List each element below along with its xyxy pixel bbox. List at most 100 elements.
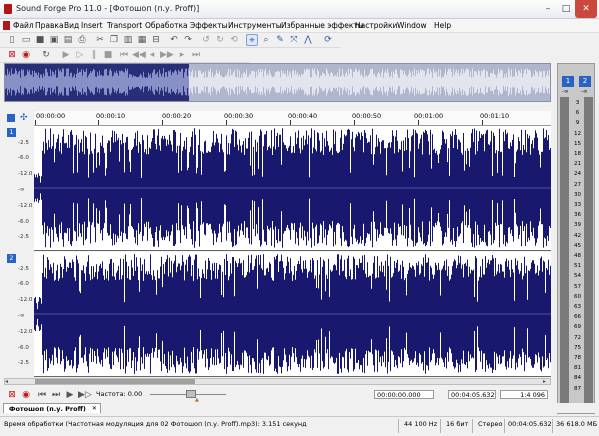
scroll-left-icon[interactable]: ◂: [5, 378, 8, 385]
save-icon[interactable]: ■: [34, 34, 46, 46]
menu-file[interactable]: Файл: [13, 21, 34, 30]
save-as-icon[interactable]: ▣: [48, 34, 60, 46]
vu-scale-label: 33: [573, 202, 582, 208]
transport-toolbar: ⊠ ◉ ↻ ▶ ▷ ‖ ■ ⏮ ◀◀ ◂ ▶▶ ▸ ⏭: [0, 48, 250, 63]
menu-view[interactable]: Вид: [64, 21, 79, 30]
magnify-tool-icon[interactable]: ⌕: [260, 34, 272, 46]
maximize-button[interactable]: □: [558, 0, 574, 18]
menu-tools[interactable]: Инструменты: [228, 21, 282, 30]
stop-icon[interactable]: ■: [102, 49, 114, 61]
copy-icon[interactable]: ❐: [108, 34, 120, 46]
close-button[interactable]: ✕: [575, 0, 597, 18]
tab-close-icon[interactable]: ✕: [92, 404, 97, 414]
new-icon[interactable]: ▯: [6, 34, 18, 46]
refresh-icon[interactable]: ⟳: [322, 34, 334, 46]
vu-scale-label: 72: [573, 334, 582, 341]
trim-icon[interactable]: ⊟: [150, 34, 162, 46]
edit-tool-icon[interactable]: ⌖: [246, 34, 258, 46]
db-label: -12.0: [18, 329, 33, 335]
minimize-button[interactable]: –: [538, 0, 558, 18]
vu-channel-1-button[interactable]: 1: [562, 76, 574, 87]
next-marker-icon[interactable]: ▸: [176, 49, 188, 61]
mix-icon[interactable]: ▦: [136, 34, 148, 46]
vu-channel-2-button[interactable]: 2: [579, 76, 591, 87]
vu-scale-label: 57: [573, 283, 582, 290]
go-start-icon[interactable]: ⏮: [118, 49, 130, 61]
event-tool-icon[interactable]: ⤧: [288, 34, 300, 46]
db-label: -2.5: [18, 234, 29, 240]
length-readout: 00:04:05.632: [448, 390, 496, 399]
paste-icon[interactable]: ▥: [122, 34, 134, 46]
vu-scale-label: 84: [573, 375, 582, 382]
document-tab[interactable]: Фотошоп (п.у. Proff) ✕: [3, 403, 101, 413]
track-2-number[interactable]: 2: [7, 254, 16, 263]
play-all-icon[interactable]: ▶: [60, 49, 72, 61]
redo-history-icon[interactable]: ↻: [214, 34, 226, 46]
vu-scale-label: 27: [573, 181, 582, 188]
rewind-icon[interactable]: ◀◀: [132, 49, 146, 61]
menu-transport[interactable]: Transport: [107, 21, 142, 30]
menu-edit[interactable]: Правка: [35, 21, 64, 30]
undo-icon[interactable]: ↶: [168, 34, 180, 46]
ruler-tick-label: 00:00:50: [352, 112, 382, 120]
menu-options[interactable]: Настройки: [355, 21, 397, 30]
db-label: -6.0: [18, 155, 29, 161]
render-icon[interactable]: ▤: [62, 34, 74, 46]
status-divider: [552, 419, 553, 433]
menu-bar: Файл Правка Вид Insert Transport Обработ…: [0, 19, 599, 33]
stop-all-icon[interactable]: ⊠: [6, 49, 18, 61]
position-readout[interactable]: 00:00:00.000: [374, 390, 434, 399]
repeat-icon[interactable]: ⟲: [228, 34, 240, 46]
ruler-tick: [418, 120, 419, 125]
ruler-tick: [290, 120, 291, 125]
status-bit-depth: 16 бит: [446, 420, 469, 428]
overview-bar[interactable]: [4, 63, 551, 102]
vu-scale-label: 24: [573, 171, 582, 178]
envelope-tool-icon[interactable]: ⋀: [302, 34, 314, 46]
track-1-waveform[interactable]: [34, 126, 551, 251]
zoom-readout[interactable]: 1:4 096: [500, 390, 548, 399]
play-icon[interactable]: ▶: [64, 389, 76, 401]
menu-insert[interactable]: Insert: [81, 21, 103, 30]
document-icon[interactable]: [3, 21, 10, 30]
app-logo-icon: [4, 4, 12, 14]
overview-waveform: [5, 68, 550, 96]
scroll-right-icon[interactable]: ▸: [543, 378, 546, 385]
ruler-tick-label: 00:00:10: [96, 112, 126, 120]
undo-history-icon[interactable]: ↺: [200, 34, 212, 46]
pencil-tool-icon[interactable]: ✎: [274, 34, 286, 46]
print-icon[interactable]: ⎙: [76, 34, 88, 46]
track-2-waveform[interactable]: [34, 252, 551, 377]
db-label: -12.0: [18, 171, 33, 177]
prev-marker-icon[interactable]: ◂: [146, 49, 158, 61]
record-icon[interactable]: ◉: [20, 389, 32, 401]
cut-icon[interactable]: ✂: [94, 34, 106, 46]
horizontal-scrollbar[interactable]: ◂ ▸: [4, 378, 551, 385]
redo-icon[interactable]: ↷: [182, 34, 194, 46]
time-ruler[interactable]: 00:00:00 00:00:10 00:00:20 00:00:30 00:0…: [34, 111, 551, 126]
scroll-thumb[interactable]: [35, 379, 195, 384]
stop-all-icon[interactable]: ⊠: [6, 389, 18, 401]
standard-toolbar: ▯ ▭ ■ ▣ ▤ ⎙ ✂ ❐ ▥ ▦ ⊟ ↶ ↷ ↺ ↻ ⟲ ⌖ ⌕ ✎ ⤧ …: [0, 33, 340, 48]
go-end-icon[interactable]: ⏭: [190, 49, 202, 61]
status-divider: [440, 419, 441, 433]
snap-icon[interactable]: ✣: [20, 113, 28, 123]
vu-meter: 1 2 -∞ -∞ 3 6 9 12 15 18 21 24 27 30 33 36 39 42 45 48 5…: [557, 63, 595, 414]
loop-icon[interactable]: ↻: [40, 49, 52, 61]
forward-icon[interactable]: ▶▶: [160, 49, 174, 61]
menu-favorites[interactable]: Избранные эффекты: [281, 21, 364, 30]
go-start-icon[interactable]: ⏮: [36, 389, 48, 401]
menu-help[interactable]: Help: [434, 21, 451, 30]
open-icon[interactable]: ▭: [20, 34, 32, 46]
marker-icon[interactable]: [7, 114, 15, 122]
play-icon[interactable]: ▷: [74, 49, 86, 61]
play-all-icon[interactable]: ▶▷: [78, 389, 92, 401]
menu-effects[interactable]: Эффекты: [190, 21, 228, 30]
title-bar: Sound Forge Pro 11.0 - [Фотошоп (п.у. Pr…: [0, 0, 599, 19]
record-icon[interactable]: ◉: [20, 49, 32, 61]
track-1-number[interactable]: 1: [7, 128, 16, 137]
menu-window[interactable]: Window: [397, 21, 427, 30]
pause-icon[interactable]: ‖: [88, 49, 100, 61]
go-end-icon[interactable]: ⏭: [50, 389, 62, 401]
menu-process[interactable]: Обработка: [145, 21, 188, 30]
